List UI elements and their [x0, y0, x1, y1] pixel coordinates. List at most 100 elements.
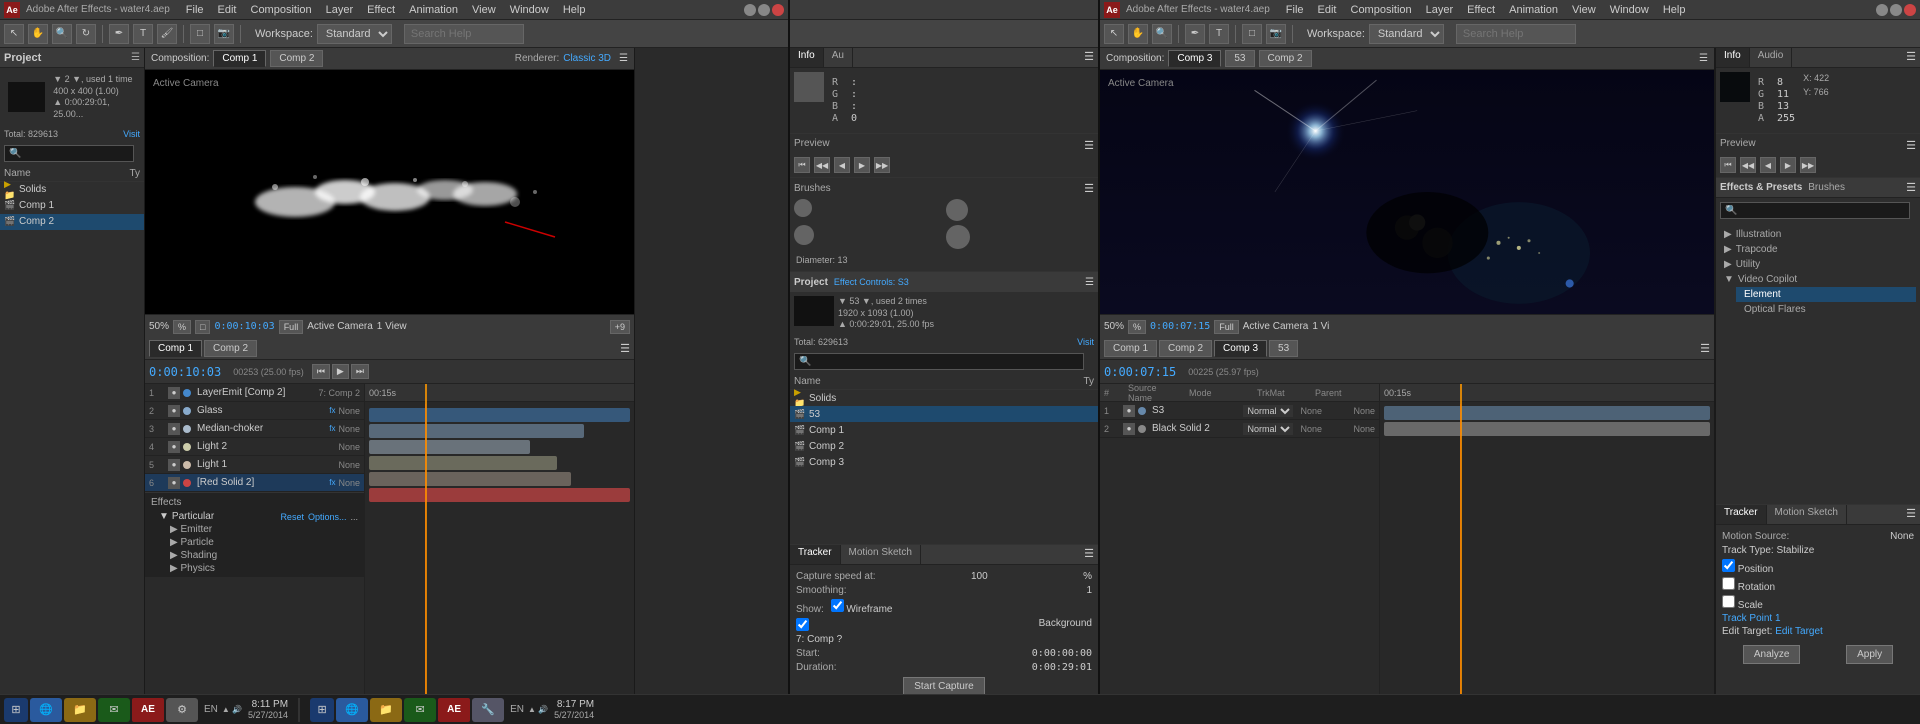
- comp-viewer-menu-right[interactable]: ☰: [1699, 53, 1708, 64]
- tl-ctrl-3-left[interactable]: ⏭: [351, 364, 369, 379]
- tree-53[interactable]: 🎬 53: [790, 406, 1098, 422]
- options-btn-left[interactable]: Options...: [308, 512, 347, 522]
- menu-window-left[interactable]: Window: [504, 2, 555, 18]
- particle-item-left[interactable]: ▶ Particle: [169, 536, 360, 549]
- tool-pen[interactable]: ✒: [109, 24, 129, 44]
- layer-row-2-left[interactable]: 2 ● Glass fx None: [145, 402, 364, 420]
- tr-scale-cb[interactable]: [1722, 595, 1735, 608]
- tracker-menu[interactable]: ☰: [1080, 545, 1098, 564]
- tl-tab-comp1-right[interactable]: Comp 1: [1104, 340, 1157, 357]
- eye-3-left[interactable]: ●: [168, 423, 180, 435]
- close-left[interactable]: [772, 4, 784, 16]
- layer-row-5-left[interactable]: 5 ● Light 1 None: [145, 456, 364, 474]
- layer-row-4-left[interactable]: 4 ● Light 2 None: [145, 438, 364, 456]
- tool-pen-r[interactable]: ✒: [1185, 24, 1205, 44]
- tl-tab-comp3-right[interactable]: Comp 3: [1214, 340, 1267, 357]
- zoom-btn-left[interactable]: %: [173, 320, 191, 334]
- preview-controls-mid[interactable]: ⏮ ◀◀ ◀ ▶ ▶▶: [794, 157, 1094, 173]
- prev-btn-play-right[interactable]: ▶: [1780, 157, 1796, 173]
- maximize-left[interactable]: [758, 4, 770, 16]
- zoom-btn-right[interactable]: %: [1128, 320, 1146, 334]
- project-2-search[interactable]: [794, 353, 1084, 370]
- tr-edit-target-link[interactable]: Edit Target: [1775, 626, 1823, 637]
- brush-2[interactable]: [946, 199, 968, 221]
- menu-composition-right[interactable]: Composition: [1345, 2, 1418, 18]
- tool-shape-r[interactable]: □: [1242, 24, 1262, 44]
- camera-select-left[interactable]: Active Camera: [307, 321, 373, 332]
- prev-btn-start-right[interactable]: ⏮: [1720, 157, 1736, 173]
- emitter-item-left[interactable]: ▶ Emitter: [169, 523, 360, 536]
- menu-composition-left[interactable]: Composition: [245, 2, 318, 18]
- preview-menu-mid[interactable]: ☰: [1084, 139, 1094, 152]
- brushes-menu-mid[interactable]: ☰: [1084, 182, 1094, 195]
- layer-mode-1-right[interactable]: Normal: [1243, 405, 1293, 417]
- project-panel-2-menu[interactable]: ☰: [1085, 277, 1094, 288]
- eye-1-left[interactable]: ●: [168, 387, 180, 399]
- menu-effect-left[interactable]: Effect: [361, 2, 401, 18]
- ep-trapcode[interactable]: ▶ Trapcode: [1720, 242, 1916, 257]
- tree-comp1-2[interactable]: 🎬 Comp 1: [790, 422, 1098, 438]
- comp-viewer-menu-left[interactable]: ☰: [619, 53, 628, 64]
- wireframe-check-label[interactable]: Wireframe: [831, 604, 893, 615]
- wireframe-checkbox[interactable]: [831, 599, 844, 612]
- motion-sketch-tab-right[interactable]: Motion Sketch: [1767, 505, 1847, 524]
- tr-apply-btn[interactable]: Apply: [1846, 645, 1893, 664]
- background-checkbox[interactable]: [796, 618, 809, 631]
- preview-controls-right[interactable]: ⏮ ◀◀ ◀ ▶ ▶▶: [1720, 157, 1916, 173]
- ep-utility[interactable]: ▶ Utility: [1720, 257, 1916, 272]
- layer-row-1-right[interactable]: 1 ● S3 Normal None None: [1100, 402, 1379, 420]
- resolution-btn-left[interactable]: □: [195, 320, 210, 334]
- ep-brushes-tab[interactable]: Brushes: [1808, 182, 1845, 193]
- project-2-visit[interactable]: Visit: [1077, 337, 1094, 347]
- menu-layer-right[interactable]: Layer: [1420, 2, 1460, 18]
- tool-zoom[interactable]: 🔍: [52, 24, 72, 44]
- tree-comp3-2[interactable]: 🎬 Comp 3: [790, 454, 1098, 470]
- prev-btn-prev-right[interactable]: ◀◀: [1740, 157, 1756, 173]
- project-search-left[interactable]: [4, 145, 134, 162]
- tool-zoom-r[interactable]: 🔍: [1152, 24, 1172, 44]
- menu-view-right[interactable]: View: [1566, 2, 1602, 18]
- info-panel-menu[interactable]: ☰: [1080, 48, 1098, 67]
- prev-btn-prev[interactable]: ◀◀: [814, 157, 830, 173]
- taskbar-extra-right[interactable]: 🔧: [472, 698, 504, 722]
- tl-menu-right[interactable]: ☰: [1700, 342, 1710, 355]
- minimize-right[interactable]: [1876, 4, 1888, 16]
- search-help-input-right[interactable]: [1456, 24, 1576, 44]
- taskbar-extra-left[interactable]: ⚙: [166, 698, 198, 722]
- tl-tab-comp2-right[interactable]: Comp 2: [1159, 340, 1212, 357]
- tr-analyze-btn[interactable]: Analyze: [1743, 645, 1801, 664]
- project-visit-left[interactable]: Visit: [123, 129, 140, 139]
- full-btn-left[interactable]: Full: [279, 320, 304, 334]
- close-right[interactable]: [1904, 4, 1916, 16]
- menu-edit-left[interactable]: Edit: [212, 2, 243, 18]
- taskbar-browser-left[interactable]: 🌐: [30, 698, 62, 722]
- taskbar-start-left[interactable]: ⊞: [4, 698, 28, 722]
- prev-btn-play[interactable]: ▶: [854, 157, 870, 173]
- tr-rotation-cb[interactable]: [1722, 577, 1735, 590]
- info-menu-right[interactable]: ☰: [1902, 48, 1920, 67]
- physics-item-left[interactable]: ▶ Physics: [169, 562, 360, 575]
- taskbar-ae-left[interactable]: AE: [132, 698, 164, 722]
- ep-illustration[interactable]: ▶ Illustration: [1720, 227, 1916, 242]
- eye-5-left[interactable]: ●: [168, 459, 180, 471]
- view-select-left[interactable]: 1 View: [377, 321, 407, 332]
- tree-comp1-left[interactable]: 🎬 Comp 1: [0, 198, 144, 214]
- eye-6-left[interactable]: ●: [168, 477, 180, 489]
- taskbar-folder-right[interactable]: 📁: [370, 698, 402, 722]
- menu-layer-left[interactable]: Layer: [320, 2, 360, 18]
- tool-select[interactable]: ↖: [4, 24, 24, 44]
- tr-track-point[interactable]: Track Point 1: [1722, 613, 1914, 624]
- menu-edit-right[interactable]: Edit: [1312, 2, 1343, 18]
- eye-1-right[interactable]: ●: [1123, 405, 1135, 417]
- comp-tab-comp1-left[interactable]: Comp 1: [213, 50, 266, 67]
- workspace-select-right[interactable]: Standard: [1369, 24, 1444, 44]
- search-help-input-left[interactable]: [404, 24, 524, 44]
- tl-ctrl-1-left[interactable]: ⏮: [312, 364, 330, 379]
- view-select-right[interactable]: 1 Vi: [1312, 321, 1329, 332]
- taskbar-browser-right[interactable]: 🌐: [336, 698, 368, 722]
- brush-3[interactable]: [794, 225, 814, 245]
- taskbar-mail-left[interactable]: ✉: [98, 698, 130, 722]
- ep-menu[interactable]: ☰: [1906, 181, 1916, 194]
- particular-item-left[interactable]: ▼ Particular Reset Options... ...: [157, 510, 360, 523]
- layer-row-3-left[interactable]: 3 ● Median-choker fx None: [145, 420, 364, 438]
